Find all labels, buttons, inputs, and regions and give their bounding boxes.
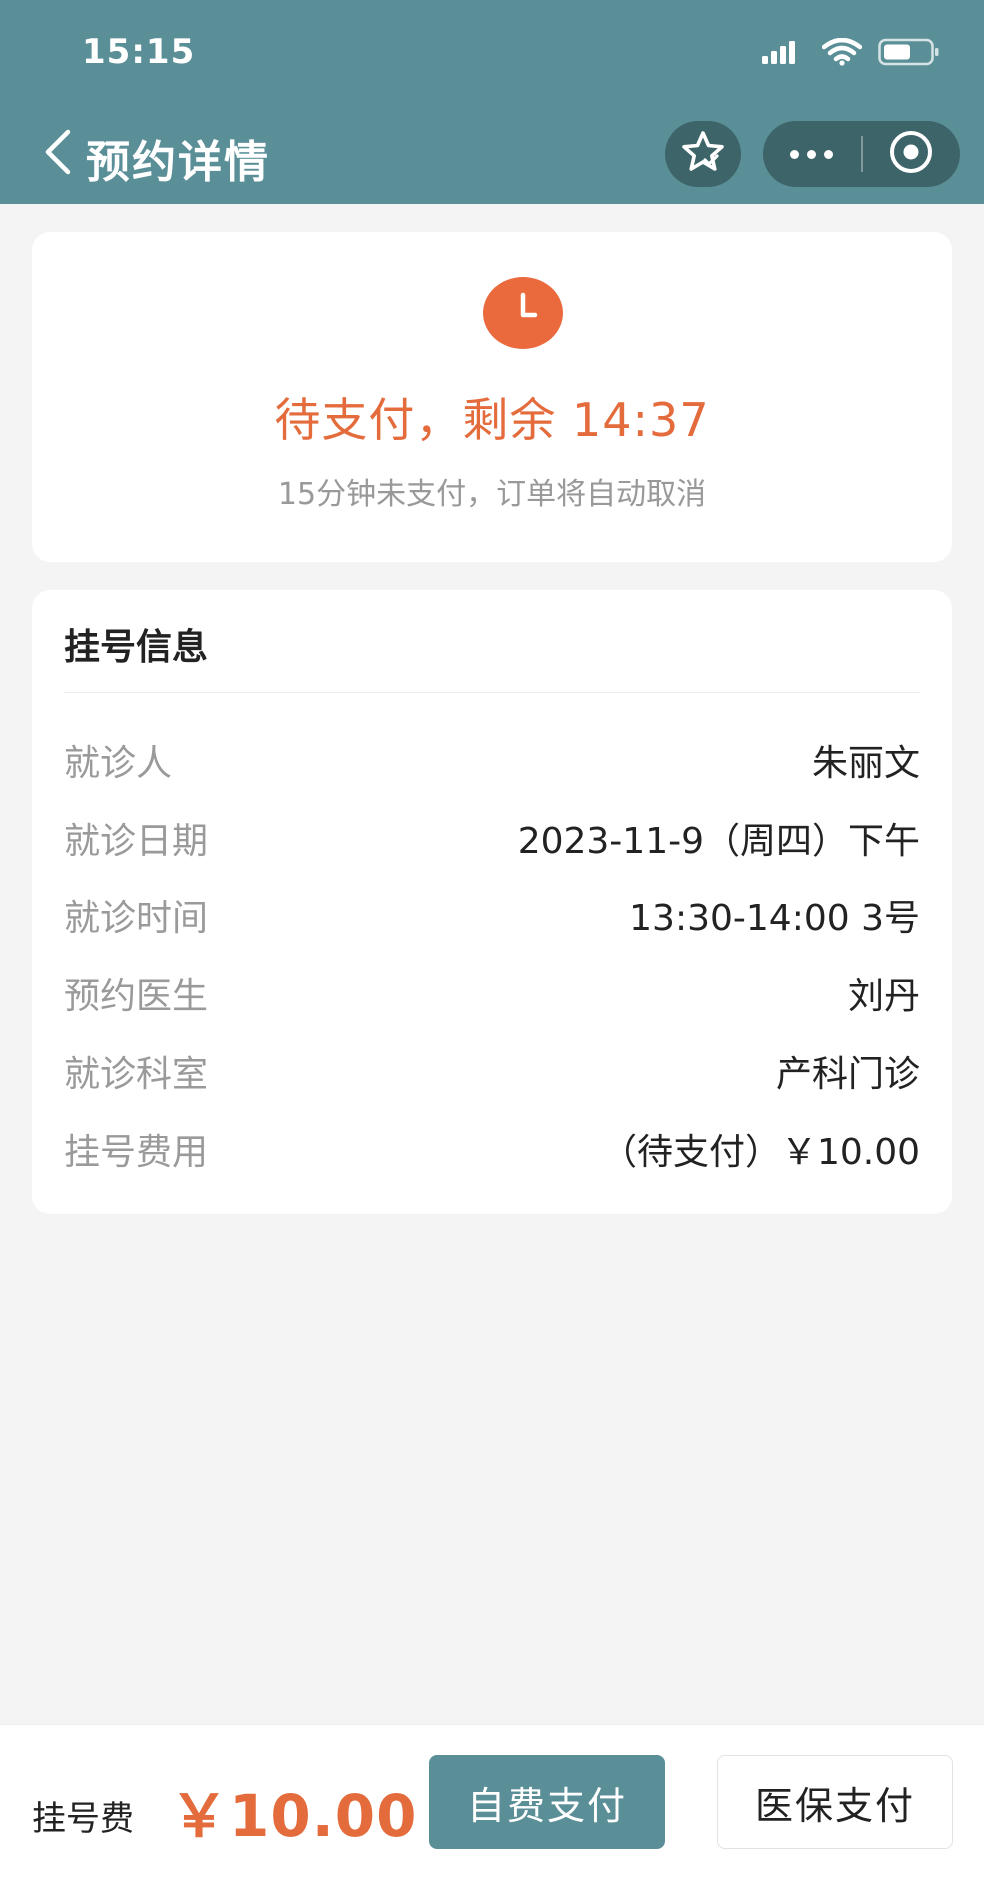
payment-status-card: 待支付，剩余 14:37 15分钟未支付，订单将自动取消 (32, 232, 952, 562)
info-label: 挂号费用 (64, 1132, 209, 1173)
page-title: 预约详情 (86, 137, 270, 188)
info-label: 就诊时间 (64, 898, 209, 939)
close-button[interactable] (863, 121, 961, 187)
clock-icon (483, 277, 563, 349)
info-row-patient: 就诊人 朱丽文 (64, 730, 920, 790)
back-button[interactable] (38, 128, 78, 180)
insurance-pay-button[interactable]: 医保支付 (717, 1755, 953, 1849)
info-row-department: 就诊科室 产科门诊 (64, 1041, 920, 1101)
info-row-date: 就诊日期 2023-11-9（周四）下午 (64, 808, 920, 868)
battery-icon (878, 38, 940, 70)
close-circle-icon (888, 129, 934, 179)
status-time: 15:15 (82, 32, 196, 72)
info-row-doctor: 预约医生 刘丹 (64, 963, 920, 1023)
bottom-payment-bar: 挂号费 ￥10.00 自费支付 医保支付 (0, 1724, 984, 1895)
info-label: 就诊日期 (64, 821, 209, 862)
fee-label: 挂号费 (32, 1799, 134, 1839)
info-value: 朱丽文 (811, 743, 920, 784)
info-label: 预约医生 (64, 976, 209, 1017)
info-value: （待支付）￥10.00 (600, 1132, 920, 1173)
divider (64, 692, 920, 693)
info-value: 刘丹 (847, 976, 920, 1017)
back-icon (43, 129, 73, 179)
status-icons (762, 37, 940, 70)
info-value: 产科门诊 (775, 1054, 920, 1095)
info-label: 就诊人 (64, 743, 173, 784)
registration-info-card: 挂号信息 就诊人 朱丽文 就诊日期 2023-11-9（周四）下午 就诊时间 1… (32, 590, 952, 1214)
fee-amount: ￥10.00 (170, 1782, 418, 1850)
wifi-icon (821, 37, 863, 70)
info-label: 就诊科室 (64, 1054, 209, 1095)
mini-program-capsule (763, 121, 960, 187)
self-pay-button[interactable]: 自费支付 (429, 1755, 665, 1849)
header-bar: 15:15 预约详情 (0, 0, 984, 204)
more-icon (790, 149, 834, 159)
auto-cancel-notice: 15分钟未支付，订单将自动取消 (277, 477, 707, 512)
info-value: 2023-11-9（周四）下午 (517, 821, 920, 862)
info-row-fee: 挂号费用 （待支付）￥10.00 (64, 1119, 920, 1179)
favorite-star-icon (680, 130, 726, 178)
payment-countdown: 待支付，剩余 14:37 (274, 393, 710, 447)
info-row-time: 就诊时间 13:30-14:00 3号 (64, 885, 920, 945)
info-value: 13:30-14:00 3号 (629, 898, 920, 939)
favorite-button[interactable] (665, 121, 741, 187)
section-title: 挂号信息 (64, 627, 209, 668)
more-button[interactable] (763, 121, 861, 187)
signal-icon (762, 39, 806, 69)
